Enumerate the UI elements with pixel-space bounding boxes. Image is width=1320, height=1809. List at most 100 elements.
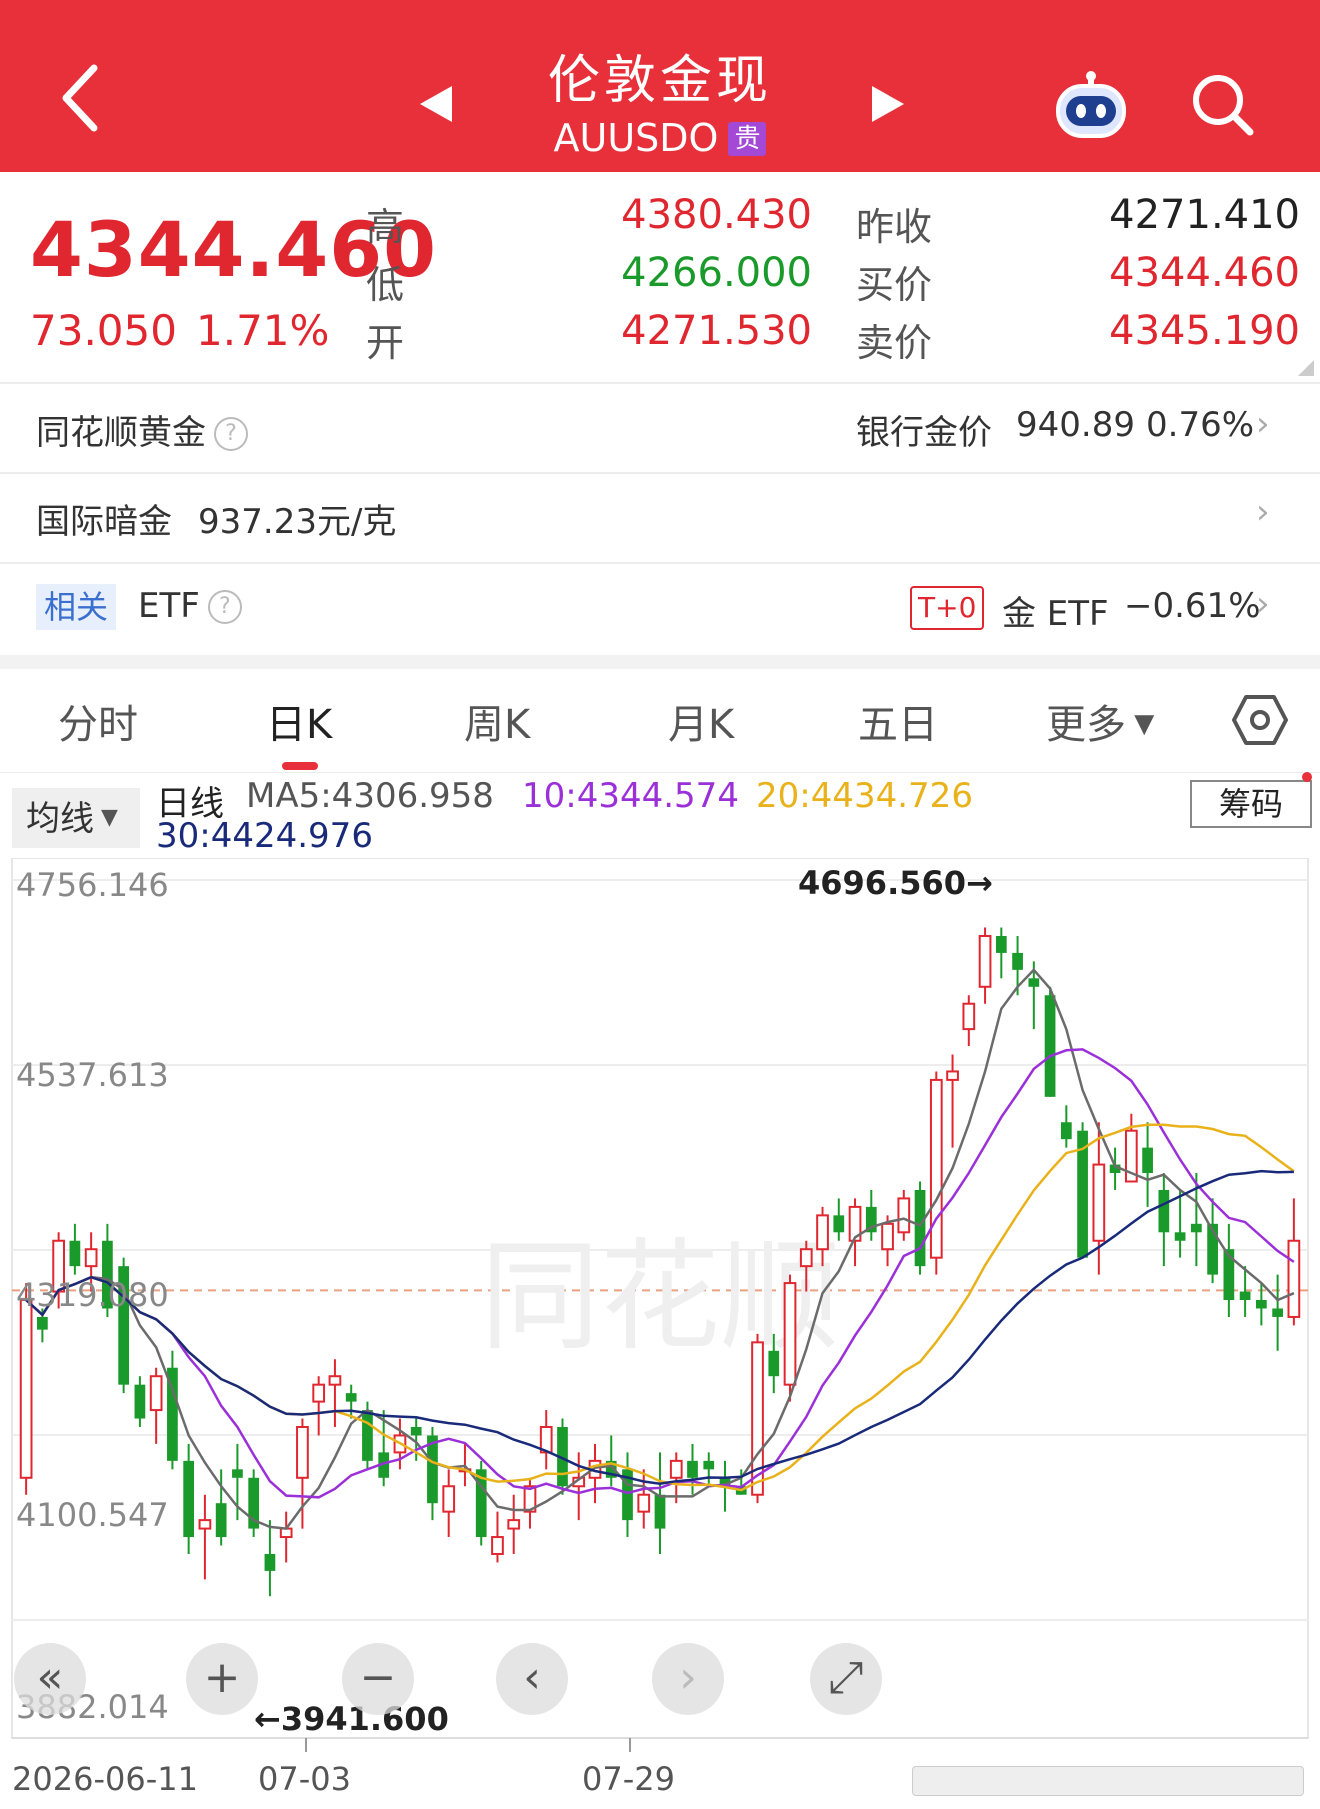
tab-weekly-k[interactable]: 周K (464, 692, 530, 750)
tab-monthly-k[interactable]: 月K (668, 692, 734, 750)
chevron-right-icon[interactable]: › (1256, 492, 1270, 532)
t0-tag: T+0 (910, 586, 985, 630)
chevron-right-icon[interactable]: › (1256, 584, 1270, 624)
candle-down (1256, 1300, 1267, 1309)
active-tab-indicator (282, 762, 318, 770)
candle-up (1287, 1239, 1301, 1318)
candle-up (799, 1248, 813, 1268)
y-tick: 4756.146 (16, 866, 169, 904)
candle-up (669, 1459, 683, 1479)
ma30-value: 30:4424.976 (156, 816, 373, 856)
ma-selector-label: 均线 (26, 799, 94, 839)
candle-down (768, 1350, 780, 1377)
gold-etf-pct: −0.61% (1124, 586, 1261, 626)
candle-up (783, 1282, 797, 1386)
candle-down (134, 1384, 146, 1419)
chart-scrollbar[interactable] (912, 1766, 1304, 1796)
search-icon[interactable] (1190, 72, 1254, 136)
candle-down (1028, 978, 1040, 987)
candle-down (410, 1426, 422, 1436)
prev-arrow-icon[interactable] (418, 84, 454, 124)
bank-gold-label[interactable]: 银行金价 (856, 405, 992, 454)
candle-up (491, 1536, 504, 1555)
low-label: 低 (366, 263, 405, 307)
gold-etf-label[interactable]: 金 ETF (1002, 586, 1109, 635)
divider (0, 562, 1320, 564)
y-tick: 4537.613 (16, 1056, 169, 1094)
x-tick: 2026-06-11 (12, 1760, 198, 1798)
help-icon[interactable]: ? (207, 590, 242, 624)
robot-icon[interactable] (1052, 68, 1130, 142)
candle-up (198, 1519, 212, 1530)
expand-corner-icon[interactable] (1298, 360, 1314, 376)
candle-down (69, 1240, 81, 1267)
candle-up (816, 1214, 829, 1251)
candle-down (264, 1553, 276, 1571)
candle-up (296, 1425, 309, 1479)
candlestick-chart[interactable]: 同花顺 (0, 858, 1320, 1758)
candle-up (881, 1222, 894, 1251)
settings-hexagon-icon[interactable] (1232, 692, 1288, 748)
candle-down (833, 1215, 845, 1233)
open-label: 开 (366, 321, 405, 365)
tab-intraday[interactable]: 分时 (58, 692, 138, 750)
page-title: 伦敦金现 (547, 51, 772, 111)
candle-up (929, 1078, 943, 1259)
chip-distribution-button[interactable]: 筹码 (1190, 780, 1312, 828)
candle-down (183, 1460, 195, 1538)
high-label: 高 (366, 205, 405, 249)
candle-up (507, 1519, 521, 1530)
candle-down (1044, 995, 1056, 1097)
fullscreen-button[interactable]: ⤢ (810, 1643, 882, 1715)
candle-up (962, 1002, 976, 1031)
scroll-right-button[interactable]: › (652, 1643, 724, 1715)
zoom-out-button[interactable]: − (342, 1643, 414, 1715)
candle-down (654, 1494, 666, 1529)
y-tick: 4319.080 (16, 1276, 169, 1314)
tab-five-day[interactable]: 五日 (858, 692, 938, 750)
candle-up (637, 1493, 651, 1513)
back-icon[interactable] (52, 58, 112, 138)
ma10-value: 10:4344.574 (522, 776, 739, 816)
divider (0, 382, 1320, 384)
open-value: 4271.530 (621, 308, 812, 354)
rewind-button[interactable]: « (14, 1643, 86, 1715)
max-price-label: 4696.560→ (798, 864, 993, 902)
zoom-in-button[interactable]: + (186, 1643, 258, 1715)
divider (0, 472, 1320, 474)
bid-value: 4344.460 (1109, 250, 1300, 296)
candle-up (19, 1299, 33, 1479)
ths-gold-row[interactable]: 同花顺黄金? (36, 405, 248, 454)
bank-gold-pct: 0.76% (1146, 405, 1255, 445)
candle-down (215, 1503, 227, 1538)
etf-label: ETF (138, 586, 200, 626)
tab-daily-k[interactable]: 日K (266, 692, 332, 750)
candle-down (362, 1410, 373, 1461)
dark-gold-label[interactable]: 国际暗金 (36, 494, 172, 543)
candle-down (703, 1460, 715, 1470)
candle-up (84, 1248, 98, 1268)
high-value: 4380.430 (621, 192, 812, 238)
related-tag: 相关 (36, 584, 117, 630)
candle-down (1190, 1223, 1202, 1233)
chevron-right-icon[interactable]: › (1256, 404, 1270, 444)
bank-gold-price: 940.89 (1016, 405, 1135, 445)
tab-more[interactable]: 更多 ▼ (1046, 692, 1154, 750)
dark-gold-value: 937.23元/克 (198, 502, 397, 542)
bid-label: 买价 (856, 263, 933, 307)
notification-dot (1302, 772, 1312, 782)
candle-up (897, 1197, 911, 1234)
ma5-value: MA5:4306.958 (246, 776, 494, 816)
ma-selector[interactable]: 均线 ▼ (12, 788, 140, 848)
candle-up (946, 1070, 959, 1081)
candle-down (1012, 952, 1023, 970)
next-arrow-icon[interactable] (870, 84, 906, 124)
ask-label: 卖价 (856, 321, 933, 365)
candle-down (914, 1189, 926, 1267)
min-price-label: ←3941.600 (254, 1700, 449, 1738)
low-value: 4266.000 (621, 250, 812, 296)
etf-row[interactable]: ETF? (138, 586, 242, 626)
help-icon[interactable]: ? (214, 417, 248, 451)
candle-down (687, 1460, 698, 1478)
scroll-left-button[interactable]: ‹ (496, 1643, 568, 1715)
